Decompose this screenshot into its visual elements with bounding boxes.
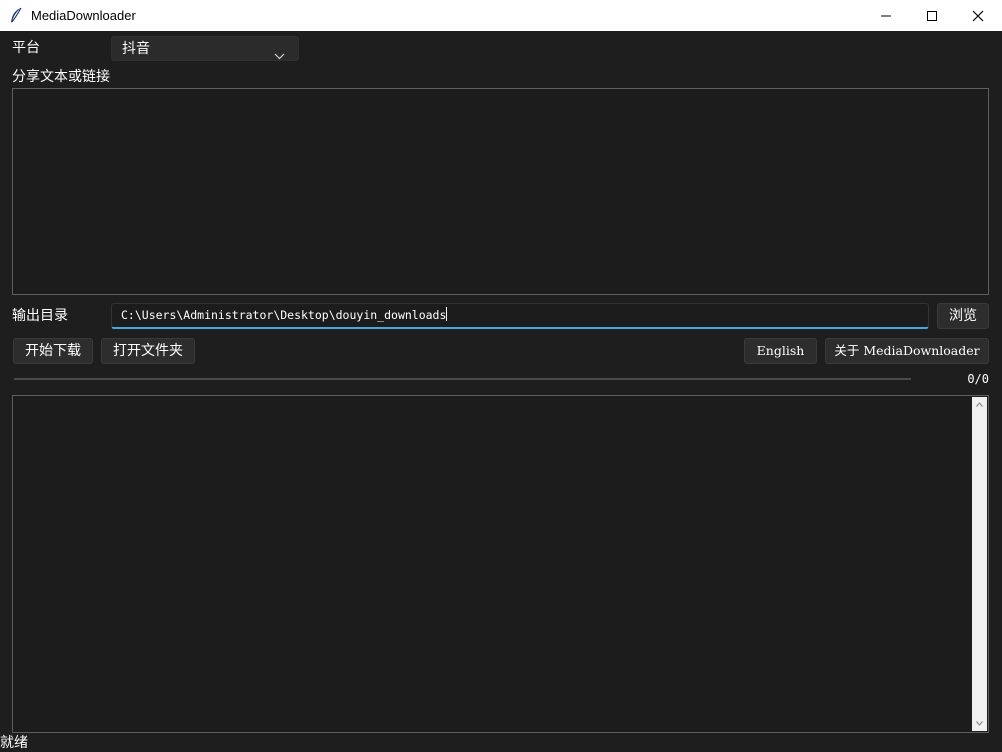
output-dir-input[interactable]: C:\Users\Administrator\Desktop\douyin_do… bbox=[111, 303, 929, 329]
maximize-button[interactable] bbox=[909, 0, 955, 31]
platform-select-value: 抖音 bbox=[122, 41, 150, 57]
about-button[interactable]: 关于 MediaDownloader bbox=[825, 338, 989, 364]
title-bar: MediaDownloader bbox=[0, 0, 1002, 31]
minimize-button[interactable] bbox=[863, 0, 909, 31]
browse-button-label: 浏览 bbox=[949, 308, 977, 324]
chevron-down-icon bbox=[976, 721, 983, 726]
open-folder-button[interactable]: 打开文件夹 bbox=[101, 338, 195, 364]
main-panel: 平台 抖音 分享文本或链接 输出目录 C:\Users\Administrato… bbox=[0, 31, 1002, 752]
scroll-up-button[interactable] bbox=[972, 397, 987, 412]
progress-count: 0/0 bbox=[967, 372, 989, 386]
chevron-up-icon bbox=[976, 402, 983, 407]
platform-select[interactable]: 抖音 bbox=[111, 36, 299, 61]
about-button-label: 关于 MediaDownloader bbox=[834, 343, 980, 358]
start-download-label: 开始下载 bbox=[25, 343, 81, 359]
share-label: 分享文本或链接 bbox=[12, 69, 110, 85]
open-folder-label: 打开文件夹 bbox=[113, 343, 183, 359]
start-download-button[interactable]: 开始下载 bbox=[13, 338, 93, 364]
log-output[interactable] bbox=[12, 395, 989, 733]
chevron-down-icon bbox=[274, 45, 285, 64]
close-button[interactable] bbox=[955, 0, 1001, 31]
output-dir-value: C:\Users\Administrator\Desktop\douyin_do… bbox=[121, 308, 447, 322]
language-button[interactable]: English bbox=[744, 338, 817, 364]
browse-button[interactable]: 浏览 bbox=[937, 303, 989, 329]
share-textarea[interactable] bbox=[12, 88, 989, 295]
feather-icon bbox=[9, 7, 23, 24]
progress-bar bbox=[14, 378, 911, 380]
window-title: MediaDownloader bbox=[31, 8, 136, 23]
log-scrollbar[interactable] bbox=[972, 397, 987, 731]
text-caret bbox=[446, 307, 448, 321]
status-bar-text: 就绪 bbox=[0, 735, 28, 751]
platform-label: 平台 bbox=[12, 40, 40, 56]
maximize-icon bbox=[927, 11, 937, 21]
scroll-down-button[interactable] bbox=[972, 716, 987, 731]
output-dir-label: 输出目录 bbox=[12, 308, 68, 324]
language-button-label: English bbox=[756, 343, 805, 358]
close-icon bbox=[972, 10, 984, 22]
minimize-icon bbox=[881, 15, 891, 17]
